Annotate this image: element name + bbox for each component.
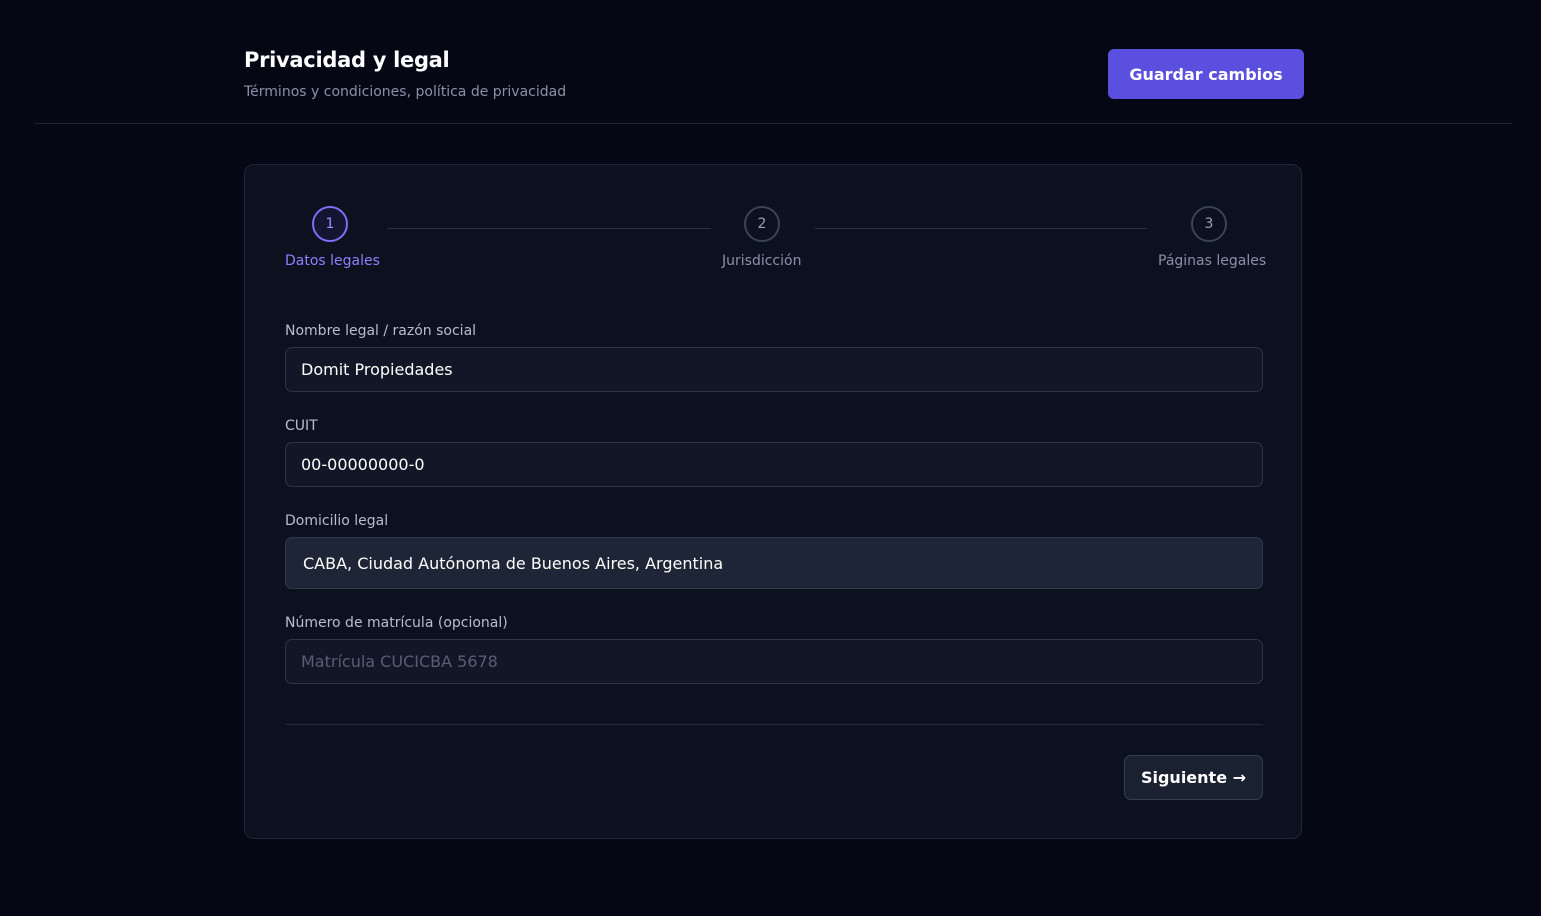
legal-address-input[interactable]	[285, 537, 1263, 589]
step-2-indicator[interactable]: 2	[744, 206, 780, 242]
step-1-indicator[interactable]: 1	[312, 206, 348, 242]
next-step-button[interactable]: Siguiente →	[1124, 755, 1263, 800]
form-divider	[285, 724, 1263, 725]
cuit-label: CUIT	[285, 418, 318, 434]
step-2-label[interactable]: Jurisdicción	[722, 253, 801, 269]
license-number-label: Número de matrícula (opcional)	[285, 615, 508, 631]
legal-address-label: Domicilio legal	[285, 513, 389, 529]
license-number-input[interactable]	[285, 639, 1263, 684]
page-header: Privacidad y legal Términos y condicione…	[0, 0, 1541, 123]
page-title: Privacidad y legal	[244, 48, 450, 72]
save-changes-button[interactable]: Guardar cambios	[1108, 49, 1304, 99]
legal-name-label: Nombre legal / razón social	[285, 323, 477, 339]
legal-name-input[interactable]	[285, 347, 1263, 392]
page-subtitle: Términos y condiciones, política de priv…	[244, 84, 567, 100]
legal-form-card: 1 Datos legales 2 Jurisdicción 3 Páginas…	[244, 164, 1302, 839]
step-3-indicator[interactable]: 3	[1191, 206, 1227, 242]
step-connector-2-3	[815, 228, 1147, 229]
header-divider	[35, 123, 1512, 124]
step-1-label[interactable]: Datos legales	[285, 253, 380, 269]
step-3-label[interactable]: Páginas legales	[1158, 253, 1266, 269]
cuit-input[interactable]	[285, 442, 1263, 487]
step-connector-1-2	[387, 228, 711, 229]
